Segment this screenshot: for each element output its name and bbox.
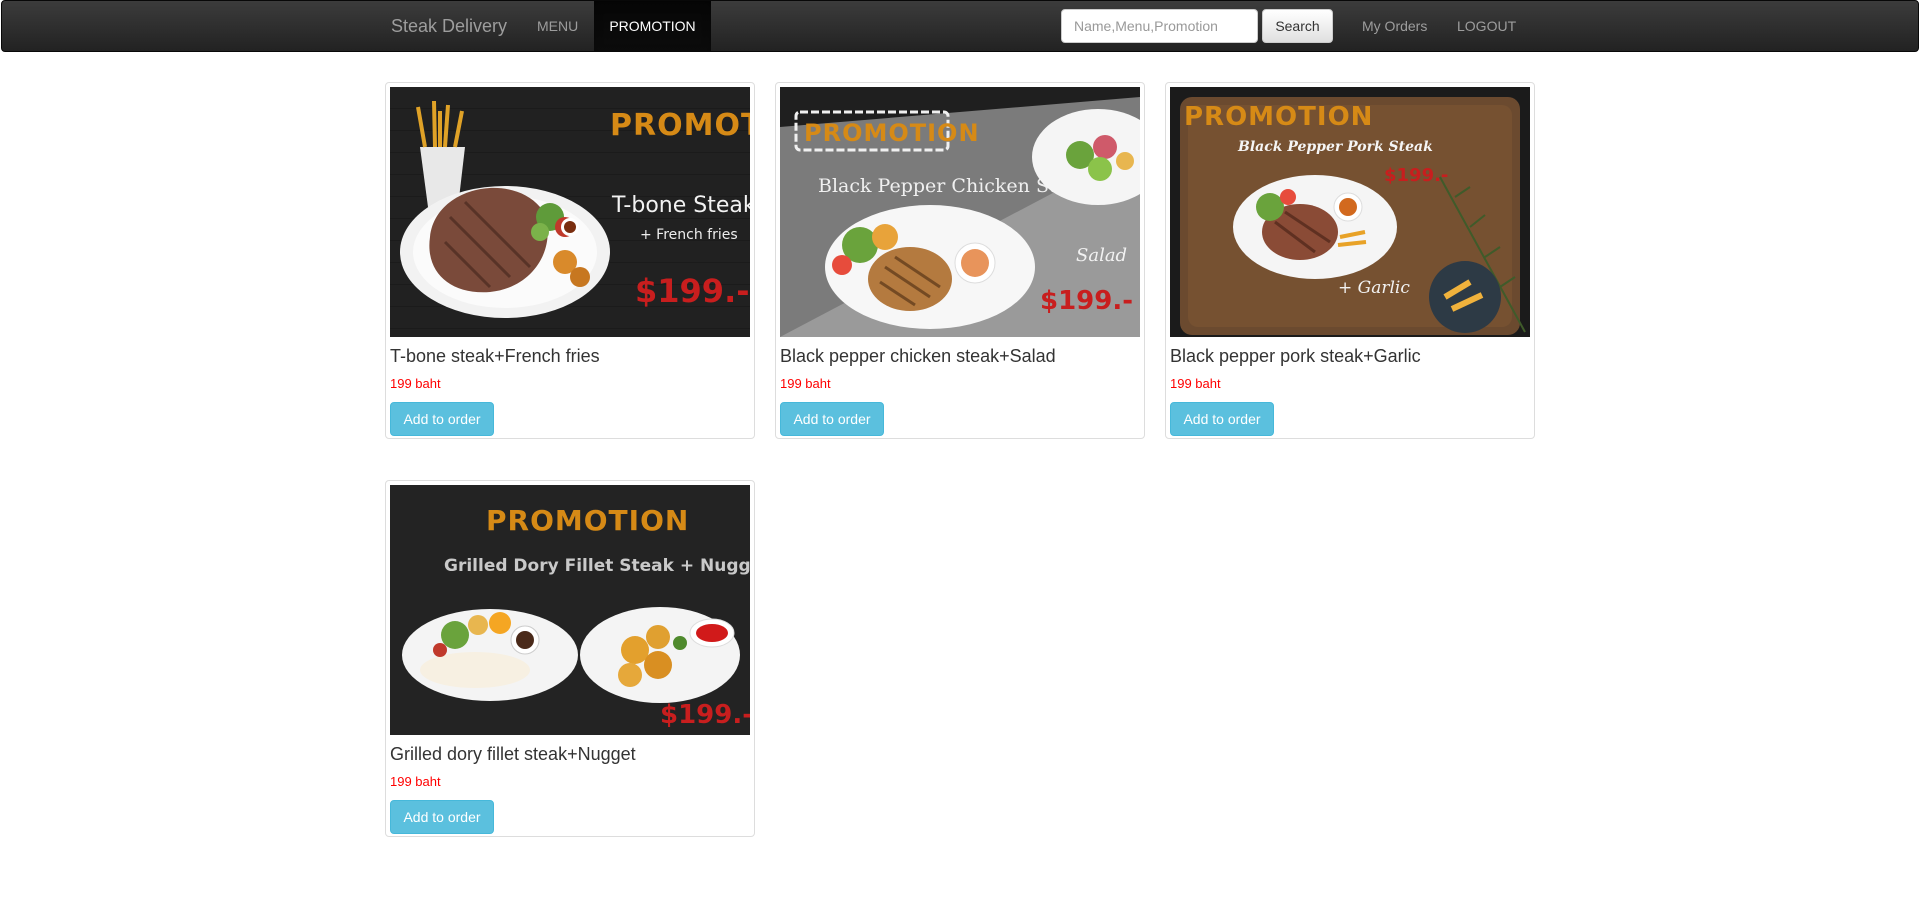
dory-banner-image: PROMOTION Grilled Dory Fillet Steak + Nu… — [390, 485, 750, 735]
add-to-order-button[interactable]: Add to order — [390, 402, 494, 436]
product-name: Black pepper chicken steak+Salad — [780, 346, 1056, 366]
product-name: Grilled dory fillet steak+Nugget — [390, 744, 636, 764]
product-image[interactable]: PROMOTION Grilled Dory Fillet Steak + Nu… — [390, 485, 750, 735]
search-button[interactable]: Search — [1262, 9, 1333, 43]
svg-text:PROMOTION: PROMOTION — [486, 504, 689, 537]
product-name: Black pepper pork steak+Garlic — [1170, 346, 1421, 366]
product-card: PROMOTION Black Pepper Pork Steak $199.-… — [1165, 82, 1535, 439]
svg-text:T-bone Steak: T-bone Steak — [611, 193, 750, 218]
product-name: T-bone steak+French fries — [390, 346, 600, 366]
product-image[interactable]: PROMOTION T-bone Steak + French fries $1… — [390, 87, 750, 337]
product-image[interactable]: PROMOTION Black Pepper Pork Steak $199.-… — [1170, 87, 1530, 337]
svg-text:$199.-: $199.- — [1040, 286, 1133, 316]
svg-text:Salad: Salad — [1076, 245, 1127, 266]
product-card: PROMOTION Grilled Dory Fillet Steak + Nu… — [385, 480, 755, 837]
add-to-order-button[interactable]: Add to order — [1170, 402, 1274, 436]
add-to-order-button[interactable]: Add to order — [390, 800, 494, 834]
nav-promotion-link[interactable]: PROMOTION — [594, 1, 711, 51]
product-price: 199 baht — [390, 376, 441, 391]
pork-banner-image: PROMOTION Black Pepper Pork Steak $199.-… — [1170, 87, 1530, 337]
brand-link[interactable]: Steak Delivery — [391, 1, 507, 51]
product-price: 199 baht — [1170, 376, 1221, 391]
svg-text:Grilled Dory Fillet Steak + Nu: Grilled Dory Fillet Steak + Nugget — [444, 556, 750, 576]
product-card: PROMOTION Black Pepper Chicken Steak Sal… — [775, 82, 1145, 439]
svg-text:+ French fries: + French fries — [640, 227, 738, 243]
nav-logout-link[interactable]: LOGOUT — [1442, 1, 1531, 51]
product-price: 199 baht — [390, 774, 441, 789]
t-bone-banner-image: PROMOTION T-bone Steak + French fries $1… — [390, 87, 750, 337]
add-to-order-button[interactable]: Add to order — [780, 402, 884, 436]
nav-my-orders-link[interactable]: My Orders — [1347, 1, 1442, 51]
product-price: 199 baht — [780, 376, 831, 391]
nav-menu-link[interactable]: MENU — [522, 1, 593, 51]
svg-text:+ Garlic: + Garlic — [1338, 278, 1410, 298]
chicken-banner-image: PROMOTION Black Pepper Chicken Steak Sal… — [780, 87, 1140, 337]
svg-text:$199.-: $199.- — [635, 272, 750, 310]
svg-text:$199.-: $199.- — [1384, 165, 1448, 186]
svg-text:Black Pepper Pork Steak: Black Pepper Pork Steak — [1237, 139, 1433, 155]
product-image[interactable]: PROMOTION Black Pepper Chicken Steak Sal… — [780, 87, 1140, 337]
svg-text:PROMOTION: PROMOTION — [1184, 102, 1373, 132]
top-navbar: Steak Delivery MENU PROMOTION Search My … — [1, 0, 1919, 52]
search-input[interactable] — [1061, 9, 1258, 43]
banner-promo-text: PROMOTION — [610, 108, 750, 143]
svg-text:$199.-: $199.- — [660, 700, 750, 730]
svg-text:PROMOTION: PROMOTION — [804, 119, 980, 147]
product-card: PROMOTION T-bone Steak + French fries $1… — [385, 82, 755, 439]
